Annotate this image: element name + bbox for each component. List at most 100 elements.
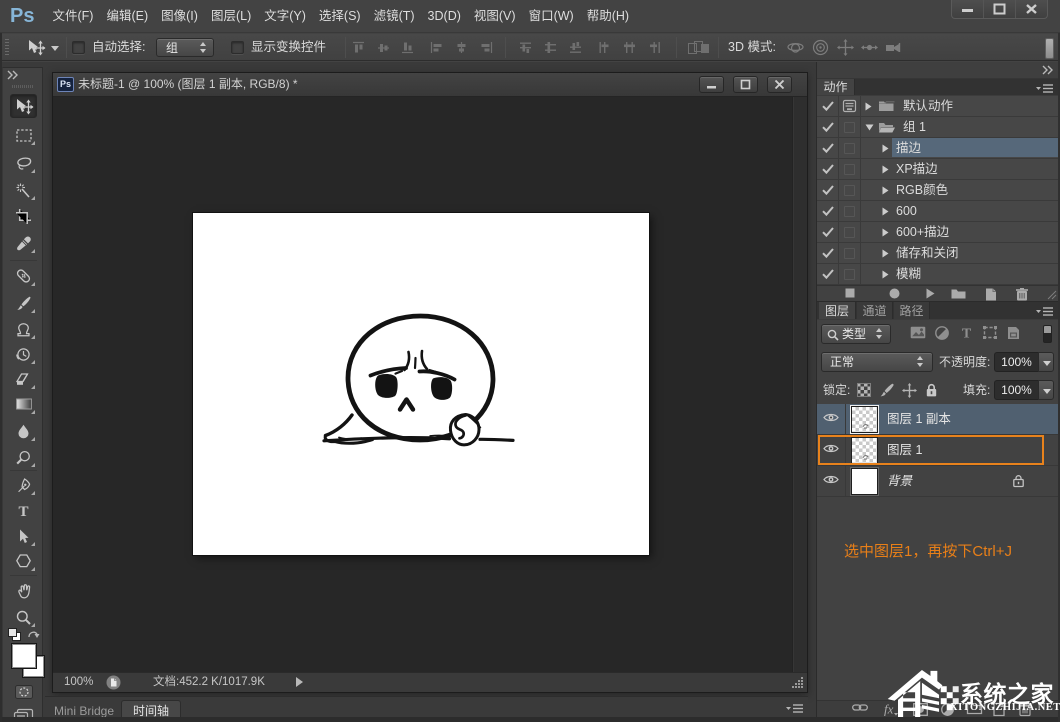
toolbar-grip[interactable] xyxy=(12,85,34,88)
action-label[interactable]: 600 xyxy=(896,201,917,221)
3d-scale-icon[interactable] xyxy=(885,39,902,56)
delete-layer-button[interactable] xyxy=(1019,703,1031,717)
link-layers-button[interactable] xyxy=(852,703,868,712)
opacity-dropdown-icon[interactable] xyxy=(1038,352,1054,372)
tab-paths[interactable]: 路径 xyxy=(894,302,930,319)
menu-layer[interactable]: 图层(L) xyxy=(208,0,254,33)
blend-mode-dropdown[interactable]: 正常 xyxy=(821,352,933,372)
3d-drag-icon[interactable] xyxy=(837,39,854,56)
expand-arrow-right-icon[interactable] xyxy=(882,207,889,216)
layer-name[interactable]: 背景 xyxy=(887,466,912,496)
expand-arrow-down-icon[interactable] xyxy=(865,124,874,131)
gradient-tool[interactable] xyxy=(10,392,37,416)
actions-panel-menu-icon[interactable] xyxy=(1036,84,1053,94)
fill-control[interactable]: 100% xyxy=(994,380,1054,400)
action-row-xp-stroke[interactable]: XP描边 xyxy=(817,159,1060,180)
tab-actions[interactable]: 动作 xyxy=(817,79,855,95)
toolbar-collapse-icon[interactable] xyxy=(7,70,18,80)
expand-arrow-right-icon[interactable] xyxy=(865,102,872,111)
filter-type-icon[interactable]: T xyxy=(960,326,973,342)
foreground-color-swatch[interactable] xyxy=(11,643,37,669)
dist-bottom-icon[interactable] xyxy=(569,41,582,54)
action-label[interactable]: XP描边 xyxy=(896,159,938,179)
panel-resize-grip[interactable] xyxy=(1046,289,1057,300)
layers-panel-menu-icon[interactable] xyxy=(1036,307,1053,317)
new-group-button[interactable] xyxy=(966,702,983,715)
layer-filter-switch[interactable] xyxy=(1043,325,1052,343)
tab-layers[interactable]: 图层 xyxy=(819,302,856,319)
lock-transparent-icon[interactable] xyxy=(857,383,871,397)
dialog-toggle-empty[interactable] xyxy=(839,117,861,137)
expand-arrow-right-icon[interactable] xyxy=(882,249,889,258)
action-label[interactable]: RGB颜色 xyxy=(896,180,948,200)
menu-edit[interactable]: 编辑(E) xyxy=(103,0,151,33)
dodge-tool[interactable] xyxy=(10,445,37,469)
layer-thumbnail[interactable] xyxy=(850,405,879,434)
preset-dropdown-icon[interactable] xyxy=(51,46,59,51)
action-row-group-1[interactable]: 组 1 xyxy=(817,117,1060,138)
menu-view[interactable]: 视图(V) xyxy=(471,0,519,33)
action-enabled-checkmark[interactable] xyxy=(817,138,839,158)
3d-roll-icon[interactable] xyxy=(812,39,829,56)
zoom-level[interactable]: 100% xyxy=(64,673,93,692)
maximize-button[interactable] xyxy=(984,0,1016,18)
vertical-scrollbar[interactable] xyxy=(792,97,807,672)
action-row-blur[interactable]: 模糊 xyxy=(817,264,1060,285)
layer-row-layer-1-copy[interactable]: 图层 1 副本 xyxy=(817,404,1060,435)
healing-brush-tool[interactable] xyxy=(10,264,37,288)
new-layer-button[interactable] xyxy=(993,702,1005,717)
dist-middle-icon[interactable] xyxy=(544,41,557,54)
layer-visibility-toggle[interactable] xyxy=(817,466,846,496)
layer-thumbnail[interactable] xyxy=(851,468,878,495)
expand-arrow-right-icon[interactable] xyxy=(882,144,889,153)
fill-dropdown-icon[interactable] xyxy=(1038,380,1054,400)
new-folder-button[interactable] xyxy=(951,288,966,300)
status-flyout-arrow[interactable] xyxy=(296,677,303,687)
move-tool-preset-icon[interactable] xyxy=(27,40,46,56)
auto-select-dropdown[interactable]: 组 xyxy=(156,38,214,57)
marquee-tool[interactable] xyxy=(10,123,37,147)
menu-file[interactable]: 文件(F) xyxy=(50,0,97,33)
align-top-icon[interactable] xyxy=(352,41,365,54)
record-button[interactable] xyxy=(889,288,900,299)
lock-pixels-icon[interactable] xyxy=(879,383,894,397)
action-enabled-checkmark[interactable] xyxy=(817,201,839,221)
type-tool[interactable]: T xyxy=(10,499,37,523)
menu-filter[interactable]: 滤镜(T) xyxy=(371,0,418,33)
quick-mask-button[interactable] xyxy=(10,680,37,704)
play-button[interactable] xyxy=(926,288,935,299)
filter-adjust-icon[interactable] xyxy=(935,326,949,340)
action-enabled-checkmark[interactable] xyxy=(817,117,839,137)
dialog-toggle-icon[interactable] xyxy=(839,96,861,116)
align-center-icon[interactable] xyxy=(455,41,468,54)
document-maximize-button[interactable] xyxy=(733,76,758,93)
action-label[interactable]: 模糊 xyxy=(896,264,921,284)
expand-arrow-right-icon[interactable] xyxy=(882,165,889,174)
layer-name[interactable]: 图层 1 副本 xyxy=(887,404,951,434)
menu-image[interactable]: 图像(I) xyxy=(158,0,201,33)
dist-center-icon[interactable] xyxy=(623,41,636,54)
lock-position-icon[interactable] xyxy=(902,383,917,398)
delete-button[interactable] xyxy=(1016,288,1028,301)
window-resize-grip[interactable] xyxy=(791,676,804,689)
opacity-value[interactable]: 100% xyxy=(994,352,1038,372)
dist-right-icon[interactable] xyxy=(648,41,661,54)
shape-tool[interactable] xyxy=(10,549,37,573)
opacity-control[interactable]: 100% xyxy=(994,352,1054,372)
document-close-button[interactable] xyxy=(767,76,792,93)
dialog-toggle-empty[interactable] xyxy=(839,222,861,242)
brush-tool[interactable] xyxy=(10,291,37,315)
history-brush-tool[interactable] xyxy=(10,342,37,366)
expand-arrow-right-icon[interactable] xyxy=(882,228,889,237)
dialog-toggle-empty[interactable] xyxy=(839,243,861,263)
dialog-toggle-empty[interactable] xyxy=(839,159,861,179)
3d-slide-icon[interactable] xyxy=(861,39,878,56)
filter-type-dropdown[interactable]: 类型 xyxy=(821,324,891,344)
menu-help[interactable]: 帮助(H) xyxy=(584,0,632,33)
align-bottom-icon[interactable] xyxy=(401,41,414,54)
dialog-toggle-empty[interactable] xyxy=(839,138,861,158)
dialog-toggle-empty[interactable] xyxy=(839,201,861,221)
action-label[interactable]: 默认动作 xyxy=(903,96,953,116)
minimize-button[interactable] xyxy=(952,0,984,18)
dist-top-icon[interactable] xyxy=(519,41,532,54)
